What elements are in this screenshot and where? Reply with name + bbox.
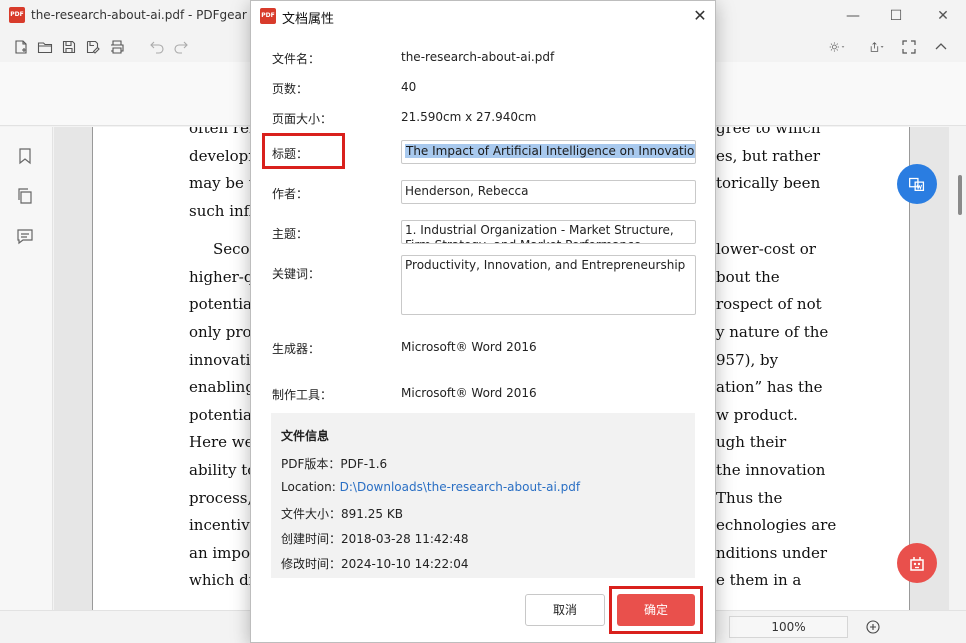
undo-icon[interactable] [148, 38, 166, 56]
doc-text-line-right: lower-cost or [716, 240, 816, 258]
left-sidebar [0, 127, 53, 643]
cancel-button[interactable]: 取消 [525, 594, 605, 626]
doc-text-line-right: ugh their [716, 433, 787, 451]
save-icon[interactable] [60, 38, 78, 56]
doc-text-line-left: innovatio [189, 351, 260, 369]
subject-label: 主题： [272, 227, 309, 241]
new-file-icon[interactable] [12, 38, 30, 56]
doc-text-line-right: Thus the [716, 489, 783, 507]
doc-text-line-left: which dif [189, 571, 260, 589]
modified-value: 2024-10-10 14:22:04 [341, 557, 469, 571]
creator-label: 制作工具： [272, 388, 333, 402]
created-value: 2018-03-28 11:42:48 [341, 532, 469, 546]
vertical-scrollbar[interactable] [958, 175, 962, 215]
ai-assistant-button[interactable] [897, 543, 937, 583]
fullscreen-icon[interactable] [900, 38, 918, 56]
thumbnails-icon[interactable] [16, 187, 36, 207]
maximize-button[interactable]: ☐ [873, 4, 919, 28]
file-size-label: 文件大小： [281, 507, 342, 521]
pages-label: 页数： [272, 82, 309, 96]
dialog-title: 文档属性 [282, 12, 335, 27]
producer-label: 生成器： [272, 342, 321, 356]
location-label: Location: [281, 480, 340, 494]
theme-sun-icon[interactable] [824, 38, 850, 56]
doc-text-line-right: w product. [716, 406, 798, 424]
document-properties-dialog: PDF 文档属性 ✕ 文件名： the-research-about-ai.pd… [250, 0, 716, 643]
dialog-titlebar: PDF 文档属性 ✕ [251, 1, 715, 31]
doc-text-line-right: bout the [716, 268, 780, 286]
pdf-version-label: PDF版本： [281, 457, 341, 471]
pdfgear-logo-icon: PDF [260, 8, 276, 24]
created-row: 创建时间：2018-03-28 11:42:48 [281, 530, 468, 547]
pdfgear-logo-icon: PDF [9, 7, 25, 23]
app-title: the-research-about-ai.pdf - PDFgear * [31, 8, 257, 22]
created-label: 创建时间： [281, 532, 342, 546]
file-info-heading: 文件信息 [281, 429, 330, 443]
open-folder-icon[interactable] [36, 38, 54, 56]
modified-row: 修改时间：2024-10-10 14:22:04 [281, 555, 468, 572]
doc-text-line-right: 957), by [716, 351, 779, 369]
doc-text-line-left: ability to [189, 461, 257, 479]
subject-field[interactable]: 1. Industrial Organization - Market Stru… [401, 220, 696, 244]
doc-text-line-right: rospect of not [716, 295, 822, 313]
doc-text-line-right: y nature of the [716, 323, 829, 341]
bookmark-icon[interactable] [16, 147, 36, 167]
title-label-highlight [262, 133, 345, 169]
print-icon[interactable] [108, 38, 126, 56]
minimize-button[interactable]: — [830, 4, 876, 28]
doc-text-line-right: gree to which [716, 127, 821, 137]
close-window-button[interactable]: ✕ [920, 4, 966, 28]
title-field[interactable]: The Impact of Artificial Intelligence on… [401, 140, 696, 164]
doc-text-line-right: echnologies are [716, 516, 837, 534]
share-icon[interactable] [866, 38, 888, 56]
pdf-version-value: PDF-1.6 [340, 457, 388, 471]
file-info-panel: 文件信息 PDF版本：PDF-1.6 Location: D:\Download… [271, 413, 695, 578]
filename-value: the-research-about-ai.pdf [401, 50, 555, 64]
doc-text-line-right: ation” has the [716, 378, 823, 396]
convert-to-word-button[interactable] [897, 164, 937, 204]
pages-value: 40 [401, 80, 417, 94]
author-field[interactable]: Henderson, Rebecca [401, 180, 696, 204]
comment-icon[interactable] [16, 227, 36, 247]
creator-value: Microsoft® Word 2016 [401, 386, 537, 400]
producer-value: Microsoft® Word 2016 [401, 340, 537, 354]
doc-text-line-right: nditions under [716, 544, 828, 562]
robot-icon [910, 557, 924, 571]
ok-button[interactable]: 确定 [617, 594, 695, 626]
page-size-label: 页面大小： [272, 112, 333, 126]
doc-text-line-right: e them in a [716, 571, 802, 589]
dialog-close-icon[interactable]: ✕ [691, 7, 709, 25]
page-size-value: 21.590cm x 27.940cm [401, 110, 537, 124]
modified-label: 修改时间： [281, 557, 342, 571]
doc-text-line-right: es, but rather [716, 147, 821, 165]
redo-icon[interactable] [172, 38, 190, 56]
collapse-ribbon-icon[interactable] [932, 38, 950, 56]
zoom-in-icon[interactable] [865, 619, 881, 635]
pdf-version-row: PDF版本：PDF-1.6 [281, 455, 387, 472]
keywords-label: 关键词： [272, 267, 321, 281]
zoom-level[interactable]: 100% [729, 616, 848, 638]
author-label: 作者： [272, 187, 309, 201]
file-size-row: 文件大小：891.25 KB [281, 505, 403, 522]
doc-text-line-right: the innovation [716, 461, 826, 479]
convert-word-icon [909, 177, 925, 192]
location-link[interactable]: D:\Downloads\the-research-about-ai.pdf [340, 480, 580, 494]
file-size-value: 891.25 KB [341, 507, 403, 521]
filename-label: 文件名： [272, 52, 321, 66]
location-row: Location: D:\Downloads\the-research-abou… [281, 480, 580, 494]
doc-text-line-right: torically been [716, 174, 821, 192]
save-as-icon[interactable] [84, 38, 102, 56]
keywords-field[interactable]: Productivity, Innovation, and Entreprene… [401, 255, 696, 315]
title-field-text: The Impact of Artificial Intelligence on… [405, 144, 695, 158]
